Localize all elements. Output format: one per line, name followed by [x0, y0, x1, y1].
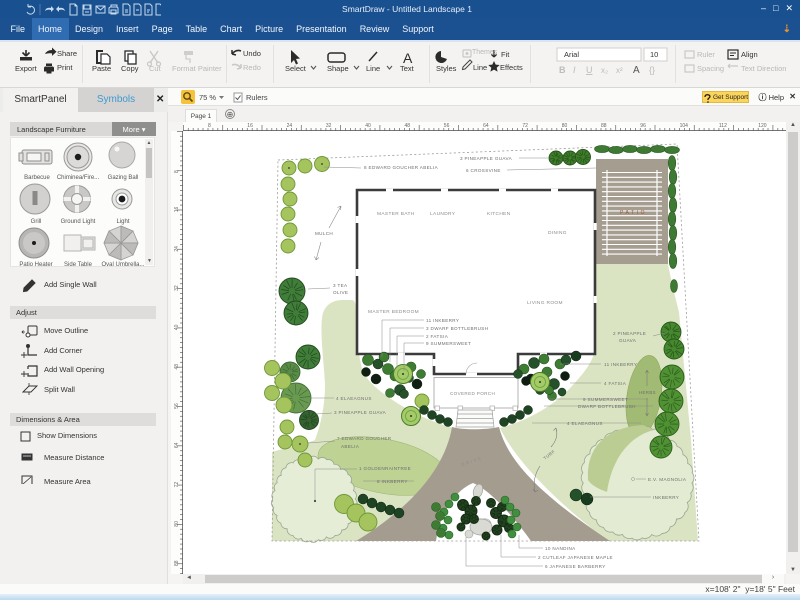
- svg-text:6 JAPANESE BARBERRY: 6 JAPANESE BARBERRY: [545, 564, 606, 569]
- svg-text:LIVING ROOM: LIVING ROOM: [527, 300, 563, 306]
- svg-text:INKBERRY: INKBERRY: [653, 495, 679, 500]
- svg-text:48: 48: [174, 364, 180, 370]
- svg-text:MULCH: MULCH: [315, 231, 333, 236]
- svg-text:P A T I O: P A T I O: [620, 210, 645, 216]
- svg-text:Rulers: Rulers: [246, 93, 268, 102]
- svg-text:OLIVE: OLIVE: [333, 290, 348, 295]
- svg-text:4 ELAEAGNUS: 4 ELAEAGNUS: [336, 396, 372, 401]
- svg-text:x²: x²: [616, 66, 623, 75]
- svg-text:1 GOLDENRAINTREE: 1 GOLDENRAINTREE: [359, 466, 411, 471]
- svg-text:KITCHEN: KITCHEN: [487, 211, 511, 217]
- svg-text:3 TEA: 3 TEA: [333, 283, 348, 288]
- svg-text:7 EDWARD GOUCHER: 7 EDWARD GOUCHER: [337, 436, 392, 441]
- svg-text:3 PINEAPPLE GUAVA: 3 PINEAPPLE GUAVA: [460, 156, 513, 161]
- svg-text:2 CUTLEAF JAPANESE MAPLE: 2 CUTLEAF JAPANESE MAPLE: [538, 555, 613, 560]
- svg-text:3 DWARF BOTTLEBRUSH: 3 DWARF BOTTLEBRUSH: [426, 326, 488, 331]
- svg-text:6 CROSSVINE: 6 CROSSVINE: [466, 168, 501, 173]
- svg-text:32: 32: [174, 285, 180, 291]
- svg-text:24: 24: [174, 246, 180, 252]
- svg-text:9 SUMMERSWEET: 9 SUMMERSWEET: [426, 341, 471, 346]
- svg-text:75 %: 75 %: [199, 93, 216, 102]
- svg-text:2 PINEAPPLE: 2 PINEAPPLE: [613, 331, 646, 336]
- svg-text:112: 112: [719, 123, 727, 129]
- svg-text:B: B: [559, 65, 566, 75]
- svg-text:88: 88: [174, 560, 180, 566]
- svg-text:MASTER BEDROOM: MASTER BEDROOM: [368, 309, 419, 315]
- svg-text:16: 16: [174, 207, 180, 213]
- svg-text:72: 72: [174, 482, 180, 488]
- svg-text:DINING: DINING: [548, 230, 567, 236]
- svg-text:11 INKBERRY: 11 INKBERRY: [604, 362, 637, 367]
- svg-text:3 PINEAPPLE GUAVA: 3 PINEAPPLE GUAVA: [334, 410, 387, 415]
- svg-text:x₂: x₂: [601, 66, 608, 75]
- svg-text:ABELIA: ABELIA: [341, 444, 360, 449]
- svg-text:2 FATSIA: 2 FATSIA: [426, 334, 449, 339]
- svg-text:8 EDWARD GOUCHER ABELIA: 8 EDWARD GOUCHER ABELIA: [364, 165, 439, 170]
- svg-text:COVERED PORCH: COVERED PORCH: [450, 391, 495, 396]
- svg-text:U: U: [586, 65, 593, 75]
- svg-text:104: 104: [680, 123, 689, 129]
- svg-text:GUAVA: GUAVA: [619, 338, 637, 343]
- svg-text:HERBS: HERBS: [639, 390, 656, 395]
- svg-text:40: 40: [174, 324, 180, 330]
- svg-text:{}: {}: [649, 65, 655, 75]
- svg-text:8 INKBERRY: 8 INKBERRY: [377, 479, 408, 484]
- svg-text:80: 80: [174, 521, 180, 527]
- svg-text:Arial: Arial: [564, 50, 579, 59]
- svg-text:LAUNDRY: LAUNDRY: [430, 211, 456, 217]
- svg-text:9 SUMMERSWEET: 9 SUMMERSWEET: [583, 397, 628, 402]
- svg-text:11 INKBERRY: 11 INKBERRY: [426, 318, 459, 323]
- svg-text:8: 8: [208, 123, 211, 129]
- svg-text:56: 56: [174, 403, 180, 409]
- svg-text:10: 10: [650, 50, 658, 59]
- svg-text:120: 120: [758, 123, 767, 129]
- svg-text:10 NANDINA: 10 NANDINA: [545, 546, 576, 551]
- svg-text:I: I: [573, 65, 576, 75]
- svg-text:4 ELAEAGNUS: 4 ELAEAGNUS: [567, 421, 603, 426]
- svg-text:4 FATSIA: 4 FATSIA: [604, 381, 627, 386]
- svg-text:A: A: [633, 65, 640, 76]
- svg-text:64: 64: [174, 442, 180, 448]
- svg-text:E.V. MAGNOLIA: E.V. MAGNOLIA: [648, 477, 687, 482]
- svg-text:DWARF BOTTLEBRUSH: DWARF BOTTLEBRUSH: [578, 404, 636, 409]
- svg-text:MASTER BATH: MASTER BATH: [377, 211, 415, 217]
